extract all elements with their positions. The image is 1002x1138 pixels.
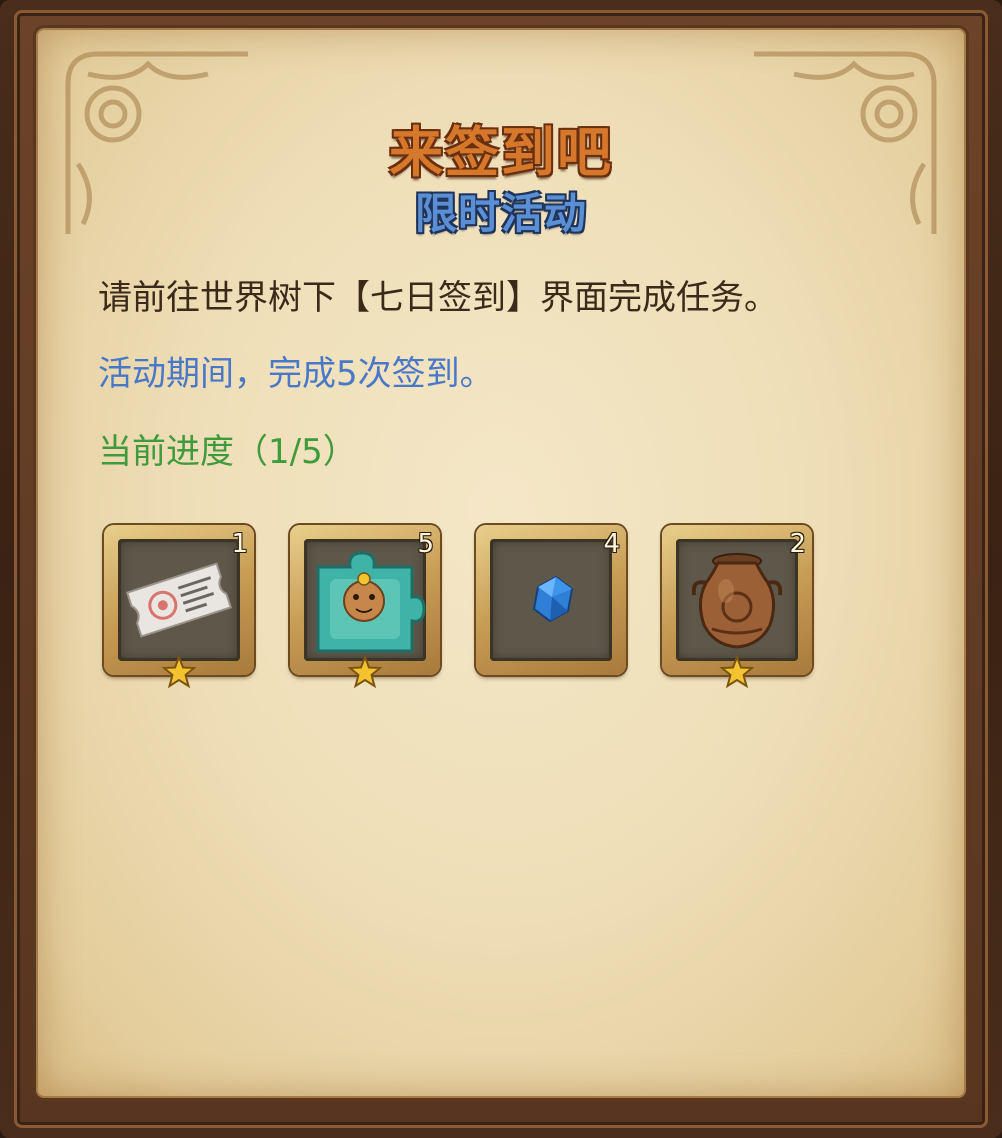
- task-progress: 当前进度（1/5）: [98, 432, 357, 472]
- star-icon: [162, 655, 196, 689]
- reward-slot[interactable]: 4: [476, 525, 626, 675]
- event-subtitle: 限时活动: [414, 189, 587, 238]
- reward-slot[interactable]: 2: [662, 525, 812, 689]
- reward-count: 1: [231, 529, 248, 559]
- reward-slot[interactable]: 1: [104, 525, 254, 689]
- puzzle-piece-icon: [316, 551, 426, 653]
- task-description: 请前往世界树下【七日签到】界面完成任务。: [98, 278, 778, 318]
- vase-icon: [691, 553, 783, 649]
- reward-count: 4: [603, 529, 620, 559]
- reward-count: 2: [789, 529, 806, 559]
- ticket-icon: [125, 562, 233, 638]
- task-condition: 活动期间，完成5次签到。: [98, 354, 494, 394]
- reward-list: 1 5 4 2: [104, 525, 864, 695]
- blue-crystal-icon: [532, 575, 574, 623]
- star-icon: [720, 655, 754, 689]
- star-icon: [348, 655, 382, 689]
- reward-slot[interactable]: 5: [290, 525, 440, 689]
- reward-count: 5: [417, 529, 434, 559]
- event-title: 来签到吧: [389, 121, 613, 184]
